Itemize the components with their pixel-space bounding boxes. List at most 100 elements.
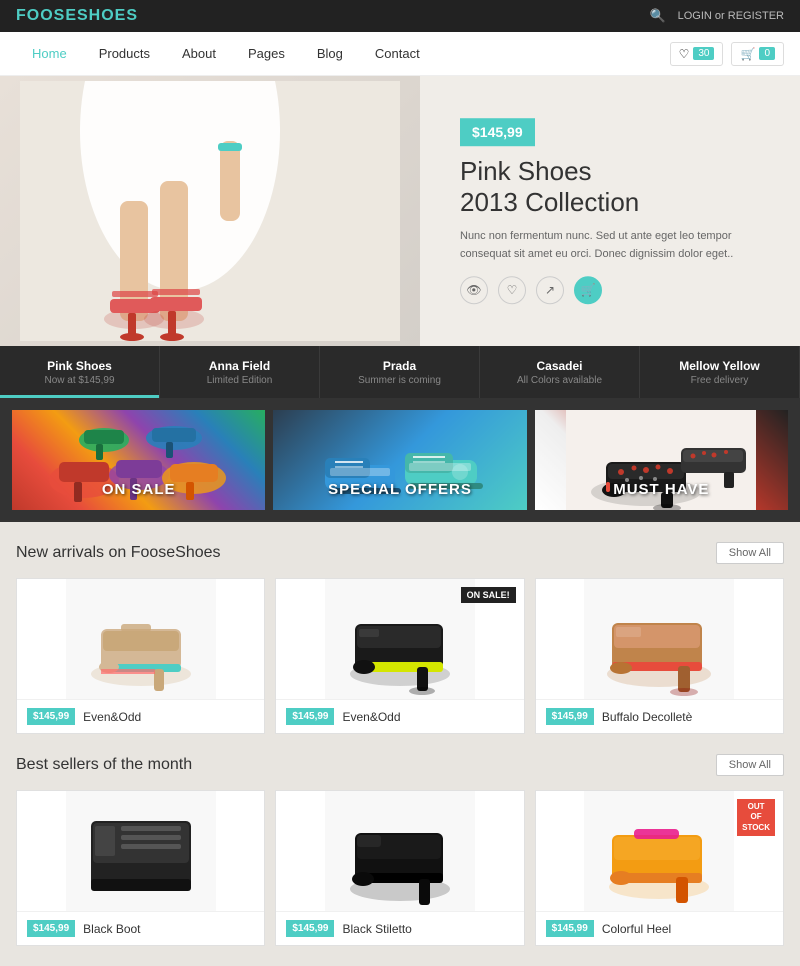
product-card-3[interactable]: $145,99 Buffalo Decolletè [535, 578, 784, 734]
product-info-1: $145,99 Even&Odd [17, 699, 264, 733]
top-bar: FOOSESHOES 🔍 LOGIN or REGISTER [0, 0, 800, 32]
share-icon[interactable]: ↗ [536, 276, 564, 304]
nav-home[interactable]: Home [16, 34, 83, 73]
bestseller-name-1: Black Boot [83, 922, 140, 936]
product-info-3: $145,99 Buffalo Decolletè [536, 699, 783, 733]
arrivals-grid: $145,99 Even&Odd [16, 578, 784, 734]
out-of-stock-badge: OUTOFSTOCK [737, 799, 775, 836]
new-arrivals-section: New arrivals on FooseShoes Show All [0, 522, 800, 754]
view-icon[interactable]: 👁 [460, 276, 488, 304]
tab-sub: Summer is coming [358, 375, 441, 386]
tab-sub: Limited Edition [207, 375, 273, 386]
tab-casadei[interactable]: Casadei All Colors available [480, 346, 640, 398]
on-sale-label: ON SALE [102, 481, 176, 498]
tab-name: Prada [383, 359, 416, 373]
bestseller-img-3: OUTOFSTOCK [536, 791, 783, 911]
bestseller-name-3: Colorful Heel [602, 922, 671, 936]
tab-sub: All Colors available [517, 375, 602, 386]
hero-content: $145,99 Pink Shoes 2013 Collection Nunc … [460, 118, 740, 304]
hero-actions: 👁 ♡ ↗ 🛒 [460, 276, 740, 304]
bestseller-shoe-3 [584, 791, 734, 911]
arrivals-show-all[interactable]: Show All [716, 542, 784, 564]
hero-price: $145,99 [460, 118, 535, 146]
wishlist-icon[interactable]: ♡ [498, 276, 526, 304]
must-have-label: MUST HAVE [613, 481, 709, 498]
hero-description: Nunc non fermentum nunc. Sed ut ante ege… [460, 229, 740, 264]
bestseller-shoe-1 [66, 791, 216, 911]
promo-on-sale[interactable]: ON SALE [12, 410, 265, 510]
bestsellers-header: Best sellers of the month Show All [16, 754, 784, 776]
product-name-2: Even&Odd [342, 710, 400, 724]
product-shoe-1 [66, 579, 216, 699]
arrivals-header: New arrivals on FooseShoes Show All [16, 542, 784, 564]
tab-anna-field[interactable]: Anna Field Limited Edition [160, 346, 320, 398]
nav-contact[interactable]: Contact [359, 34, 436, 73]
bestseller-shoe-2 [325, 791, 475, 911]
nav-blog[interactable]: Blog [301, 34, 359, 73]
add-to-cart-icon[interactable]: 🛒 [574, 276, 602, 304]
bestseller-info-2: $145,99 Black Stiletto [276, 911, 523, 945]
bestsellers-grid: $145,99 Black Boot $145, [16, 790, 784, 946]
bestseller-info-3: $145,99 Colorful Heel [536, 911, 783, 945]
hero-image [0, 76, 420, 346]
arrivals-title: New arrivals on FooseShoes [16, 544, 221, 562]
bestsellers-show-all[interactable]: Show All [716, 754, 784, 776]
product-img-2: ON SALE! [276, 579, 523, 699]
top-right: 🔍 LOGIN or REGISTER [649, 8, 784, 24]
product-tabs: Pink Shoes Now at $145,99 Anna Field Lim… [0, 346, 800, 398]
bestseller-img-2 [276, 791, 523, 911]
bestseller-img-1 [17, 791, 264, 911]
hero-title: Pink Shoes 2013 Collection [460, 156, 740, 218]
bestseller-card-3[interactable]: OUTOFSTOCK $145,99 Colorful Heel [535, 790, 784, 946]
login-register[interactable]: LOGIN or REGISTER [678, 10, 784, 22]
on-sale-badge-2: ON SALE! [461, 587, 516, 603]
best-sellers-section: Best sellers of the month Show All [0, 754, 800, 966]
search-icon[interactable]: 🔍 [649, 8, 665, 24]
promo-must-have[interactable]: MUST HAVE [535, 410, 788, 510]
wishlist-button[interactable]: ♡ 30 [670, 42, 724, 66]
special-offers-label: SPECIAL OFFERS [328, 481, 472, 498]
product-price-3: $145,99 [546, 708, 594, 725]
cart-button[interactable]: 🛒 0 [731, 42, 784, 66]
tab-sub: Now at $145,99 [44, 375, 114, 386]
promo-special-offers[interactable]: SPECIAL OFFERS [273, 410, 526, 510]
product-price-1: $145,99 [27, 708, 75, 725]
product-img-3 [536, 579, 783, 699]
nav-about[interactable]: About [166, 34, 232, 73]
bestseller-price-2: $145,99 [286, 920, 334, 937]
hero-section: $145,99 Pink Shoes 2013 Collection Nunc … [0, 76, 800, 346]
nav-products[interactable]: Products [83, 34, 166, 73]
product-img-1 [17, 579, 264, 699]
product-shoe-3 [584, 579, 734, 699]
brand-logo: FOOSESHOES [16, 7, 138, 25]
product-price-2: $145,99 [286, 708, 334, 725]
tab-name: Mellow Yellow [679, 359, 759, 373]
nav-right: ♡ 30 🛒 0 [670, 42, 784, 66]
bestseller-price-3: $145,99 [546, 920, 594, 937]
bestseller-card-1[interactable]: $145,99 Black Boot [16, 790, 265, 946]
bestseller-card-2[interactable]: $145,99 Black Stiletto [275, 790, 524, 946]
product-card-2[interactable]: ON SALE! $145,99 Even&Odd [275, 578, 524, 734]
bestseller-name-2: Black Stiletto [342, 922, 411, 936]
product-info-2: $145,99 Even&Odd [276, 699, 523, 733]
bestseller-info-1: $145,99 Black Boot [17, 911, 264, 945]
product-card-1[interactable]: $145,99 Even&Odd [16, 578, 265, 734]
nav-bar: Home Products About Pages Blog Contact ♡… [0, 32, 800, 76]
cart-count: 0 [759, 47, 775, 60]
heart-icon: ♡ [679, 47, 690, 61]
bestsellers-title: Best sellers of the month [16, 756, 192, 774]
tab-mellow-yellow[interactable]: Mellow Yellow Free delivery [640, 346, 800, 398]
tab-name: Pink Shoes [47, 359, 112, 373]
tab-pink-shoes[interactable]: Pink Shoes Now at $145,99 [0, 346, 160, 398]
tab-name: Anna Field [209, 359, 270, 373]
tab-prada[interactable]: Prada Summer is coming [320, 346, 480, 398]
cart-icon: 🛒 [740, 47, 755, 61]
tab-sub: Free delivery [691, 375, 749, 386]
nav-pages[interactable]: Pages [232, 34, 301, 73]
hero-shoe-illustration [20, 81, 400, 341]
tab-name: Casadei [536, 359, 582, 373]
product-shoe-2 [325, 579, 475, 699]
bestseller-price-1: $145,99 [27, 920, 75, 937]
product-name-1: Even&Odd [83, 710, 141, 724]
promo-section: ON SALE [0, 398, 800, 522]
